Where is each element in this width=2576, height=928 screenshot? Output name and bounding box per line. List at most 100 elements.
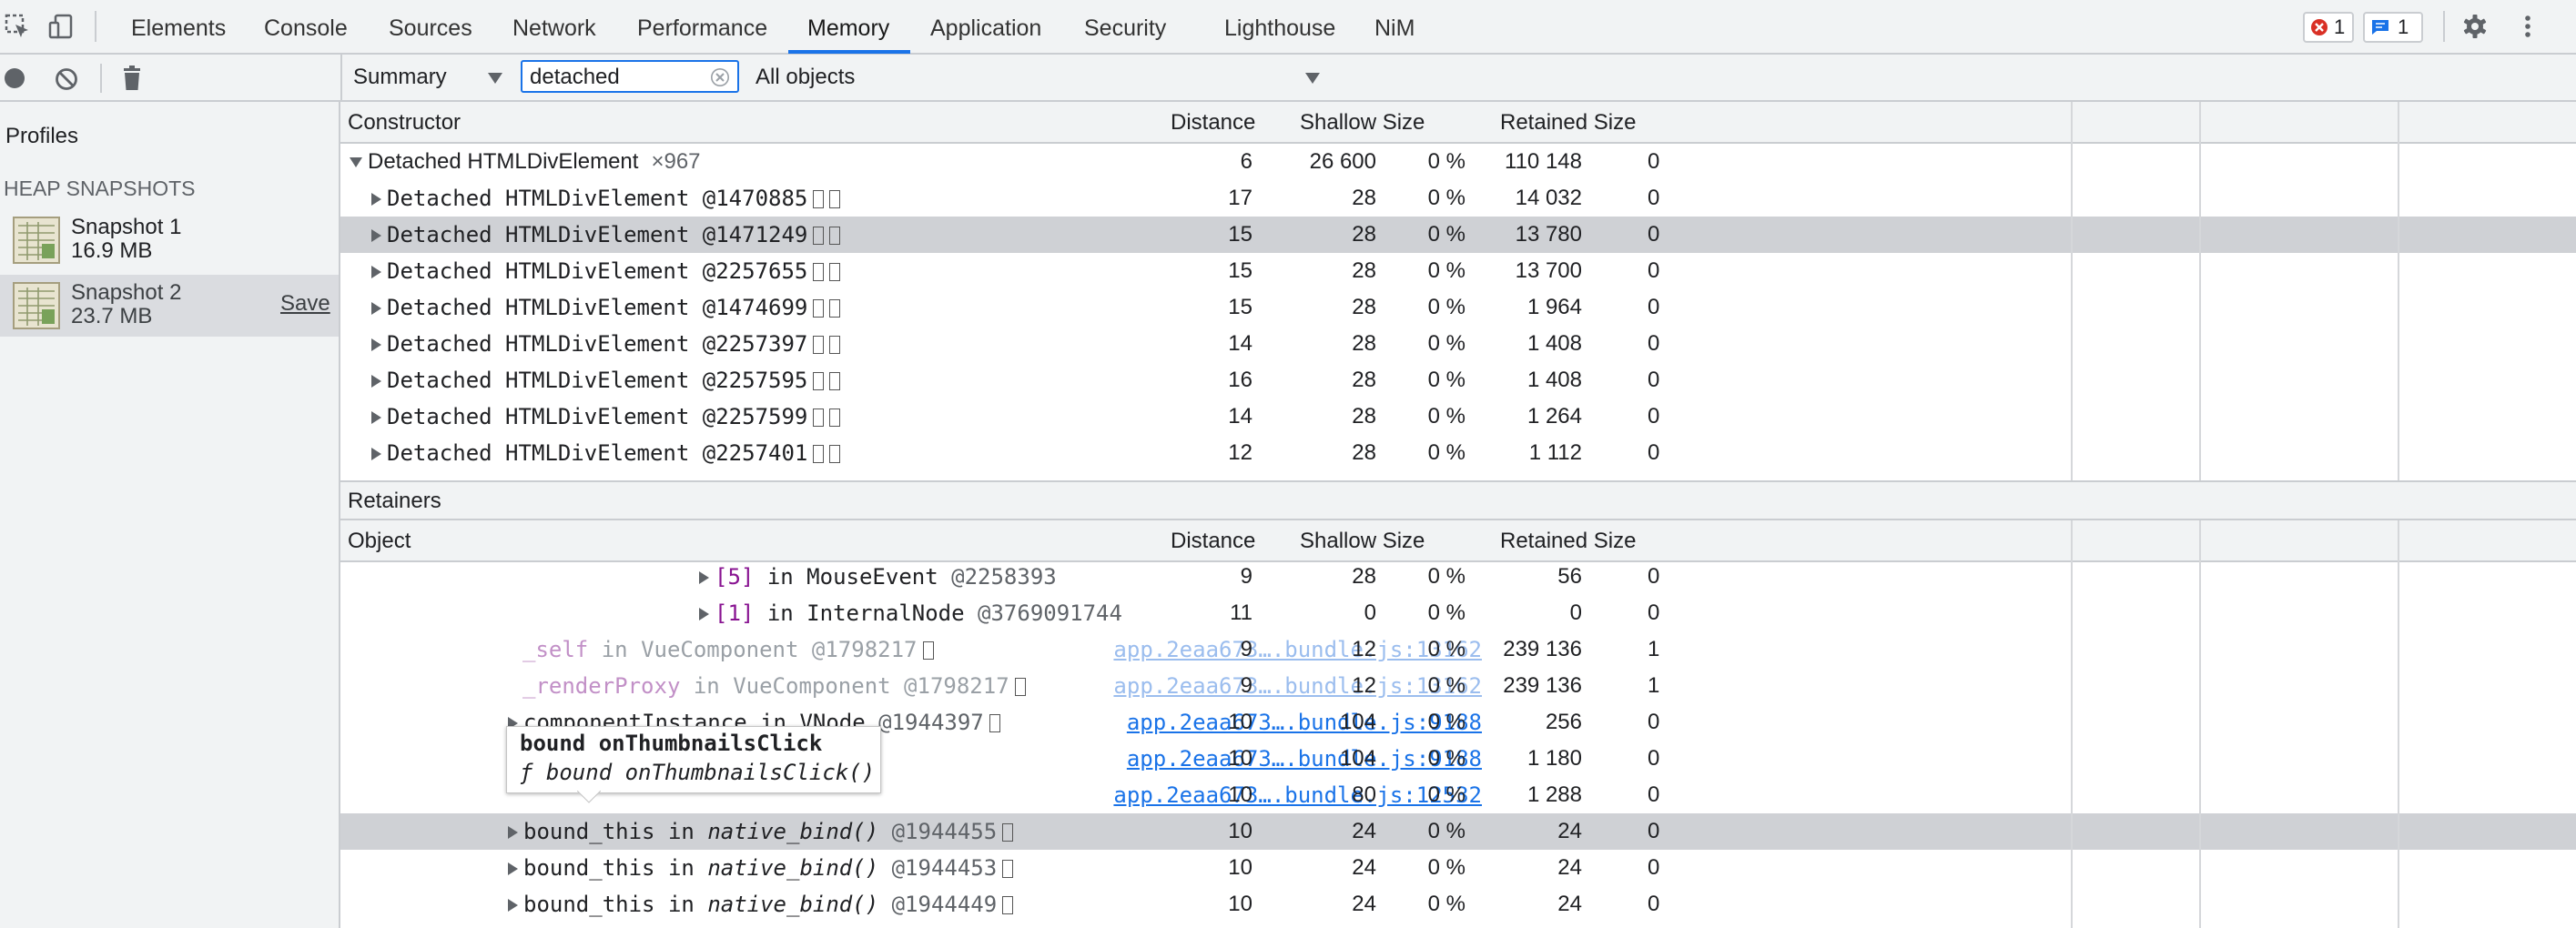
device-toolbar-icon[interactable] bbox=[47, 13, 75, 40]
collapse-arrow-icon[interactable] bbox=[350, 157, 362, 168]
more-options-icon[interactable] bbox=[2514, 13, 2541, 40]
placeholder-box-icon bbox=[1002, 860, 1014, 878]
column-divider bbox=[2071, 102, 2073, 480]
tab-elements[interactable]: Elements bbox=[131, 0, 226, 53]
retainer-row[interactable]: bound_this in native_bind() @1944453 10 24… bbox=[340, 850, 2576, 886]
retained-percent-cell: 0 bbox=[1648, 368, 1660, 392]
expand-arrow-icon[interactable] bbox=[699, 571, 709, 584]
instance-name-cell: Detached HTMLDivElement @1471249 bbox=[371, 217, 841, 253]
expand-arrow-icon[interactable] bbox=[371, 302, 381, 315]
retainer-id: @1944455 bbox=[891, 819, 998, 844]
retainer-row[interactable]: _renderProxy in VueComponent @1798217 app… bbox=[340, 668, 2576, 704]
constructor-instance-row[interactable]: Detached HTMLDivElement @2257655 15 28 0 % 1… bbox=[340, 253, 2576, 289]
shallow-percent-cell: 0 % bbox=[1427, 222, 1465, 247]
objects-select-value: All objects bbox=[756, 65, 856, 89]
view-select[interactable]: Summary bbox=[353, 62, 510, 93]
column-header-distance[interactable]: Distance bbox=[1171, 520, 1255, 560]
constructor-group-row[interactable]: Detached HTMLDivElement ×967 6 26 600 0 %… bbox=[340, 144, 2576, 180]
tab-security[interactable]: Security bbox=[1084, 0, 1166, 53]
expand-arrow-icon[interactable] bbox=[371, 338, 381, 351]
shallow-size-cell: 80 bbox=[1352, 782, 1376, 807]
retainer-type: VueComponent bbox=[641, 637, 799, 662]
tab-sources[interactable]: Sources bbox=[389, 0, 472, 53]
column-header-retained-size[interactable]: Retained Size bbox=[1500, 520, 1636, 560]
expand-arrow-icon[interactable] bbox=[508, 862, 518, 875]
tab-memory[interactable]: Memory bbox=[807, 0, 889, 53]
record-icon[interactable] bbox=[4, 67, 25, 89]
constructor-instance-row[interactable]: Detached HTMLDivElement @2257401 12 28 0 % 1… bbox=[340, 435, 2576, 471]
tab-network[interactable]: Network bbox=[512, 0, 596, 53]
shallow-percent-cell: 0 % bbox=[1427, 673, 1465, 698]
settings-gear-icon[interactable] bbox=[2461, 13, 2489, 40]
save-snapshot-link[interactable]: Save bbox=[280, 291, 330, 317]
tab-lighthouse[interactable]: Lighthouse bbox=[1224, 0, 1335, 53]
snapshot-item[interactable]: Snapshot 1 16.9 MB bbox=[0, 209, 339, 271]
constructor-instance-row[interactable]: Detached HTMLDivElement @2257599 14 28 0 % 1… bbox=[340, 398, 2576, 435]
tab-application[interactable]: Application bbox=[930, 0, 1041, 53]
retainer-key: bound_this bbox=[523, 819, 655, 844]
shallow-percent-cell: 0 % bbox=[1427, 404, 1465, 429]
retainer-type: native_bind() bbox=[707, 892, 879, 917]
expand-arrow-icon[interactable] bbox=[371, 266, 381, 278]
column-header-retained-size[interactable]: Retained Size bbox=[1500, 102, 1636, 142]
retained-percent-cell: 0 bbox=[1648, 295, 1660, 319]
constructor-instance-row[interactable]: Detached HTMLDivElement @2257595 16 28 0 % 1… bbox=[340, 362, 2576, 398]
tab-console[interactable]: Console bbox=[264, 0, 348, 53]
message-count-badge[interactable]: 1 bbox=[2363, 12, 2423, 43]
retainer-row[interactable]: [5] in MouseEvent @2258393 9 28 0 % 56 0 bbox=[340, 559, 2576, 595]
clear-all-icon[interactable] bbox=[55, 67, 78, 91]
tab-performance[interactable]: Performance bbox=[637, 0, 767, 53]
expand-arrow-icon[interactable] bbox=[371, 193, 381, 206]
instance-name-cell: Detached HTMLDivElement @2257655 bbox=[371, 253, 841, 289]
retained-percent-cell: 0 bbox=[1648, 149, 1660, 174]
retained-percent-cell: 0 bbox=[1648, 258, 1660, 283]
column-header-shallow-size[interactable]: Shallow Size bbox=[1300, 520, 1425, 560]
expand-arrow-icon[interactable] bbox=[371, 375, 381, 388]
trash-icon[interactable] bbox=[122, 66, 142, 91]
filter-input[interactable]: detached bbox=[521, 60, 739, 93]
retainer-in: in bbox=[766, 564, 794, 590]
column-header-object[interactable]: Object bbox=[348, 520, 411, 560]
retained-percent-cell: 0 bbox=[1648, 600, 1660, 625]
expand-arrow-icon[interactable] bbox=[371, 448, 381, 460]
column-header-distance[interactable]: Distance bbox=[1171, 102, 1255, 142]
expand-arrow-icon[interactable] bbox=[371, 411, 381, 424]
placeholder-box-icon bbox=[829, 190, 841, 208]
shallow-size-cell: 28 bbox=[1352, 222, 1376, 247]
retained-percent-cell: 0 bbox=[1648, 819, 1660, 843]
column-header-constructor[interactable]: Constructor bbox=[348, 102, 461, 142]
retainer-row[interactable]: _self in VueComponent @1798217 app.2eaa67… bbox=[340, 631, 2576, 668]
distance-cell: 12 bbox=[1228, 440, 1253, 465]
expand-arrow-icon[interactable] bbox=[508, 899, 518, 912]
retained-size-cell: 256 bbox=[1545, 710, 1582, 734]
dropdown-arrow-icon bbox=[1305, 73, 1320, 84]
devtools-tab-bar: Elements Console Sources Network Perform… bbox=[0, 0, 2576, 55]
retainer-row[interactable]: [1] in InternalNode @3769091744 11 0 0 % 0 0 bbox=[340, 595, 2576, 631]
expand-arrow-icon[interactable] bbox=[371, 229, 381, 242]
snapshot-item-selected[interactable]: Snapshot 2 23.7 MB Save bbox=[0, 275, 339, 337]
clear-filter-icon[interactable] bbox=[710, 67, 730, 87]
tab-nim[interactable]: NiM bbox=[1374, 0, 1415, 53]
constructor-instance-row[interactable]: Detached HTMLDivElement @1474699 15 28 0 % 1… bbox=[340, 289, 2576, 326]
shallow-size-cell: 104 bbox=[1339, 710, 1376, 734]
constructor-instance-row[interactable]: Detached HTMLDivElement @1471249 15 28 0 % 1… bbox=[340, 217, 2576, 253]
shallow-size-cell: 28 bbox=[1352, 331, 1376, 356]
placeholder-box-icon bbox=[1014, 678, 1026, 696]
retained-percent-cell: 0 bbox=[1648, 782, 1660, 807]
retainer-row[interactable]: bound_this in native_bind() @1944449 10 24… bbox=[340, 886, 2576, 923]
objects-select[interactable]: All objects bbox=[756, 62, 1320, 93]
expand-arrow-icon[interactable] bbox=[699, 608, 709, 620]
error-count-badge[interactable]: 1 bbox=[2303, 12, 2354, 43]
placeholder-box-icon bbox=[813, 263, 825, 281]
distance-cell: 17 bbox=[1228, 186, 1253, 210]
constructor-instance-row[interactable]: Detached HTMLDivElement @1470885 17 28 0 % 1… bbox=[340, 180, 2576, 217]
expand-arrow-icon[interactable] bbox=[508, 826, 518, 839]
retainer-object-cell: [5] in MouseEvent @2258393 bbox=[699, 559, 1057, 595]
constructor-instance-row[interactable]: Detached HTMLDivElement @2257397 14 28 0 % 1… bbox=[340, 326, 2576, 362]
shallow-size-cell: 26 600 bbox=[1309, 149, 1376, 174]
retainer-row[interactable]: bound_this in native_bind() @1944455 10 24… bbox=[340, 813, 2576, 850]
distance-cell: 9 bbox=[1240, 637, 1253, 661]
tooltip-arrow-icon bbox=[577, 791, 601, 803]
column-header-shallow-size[interactable]: Shallow Size bbox=[1300, 102, 1425, 142]
inspect-element-icon[interactable] bbox=[4, 13, 31, 40]
